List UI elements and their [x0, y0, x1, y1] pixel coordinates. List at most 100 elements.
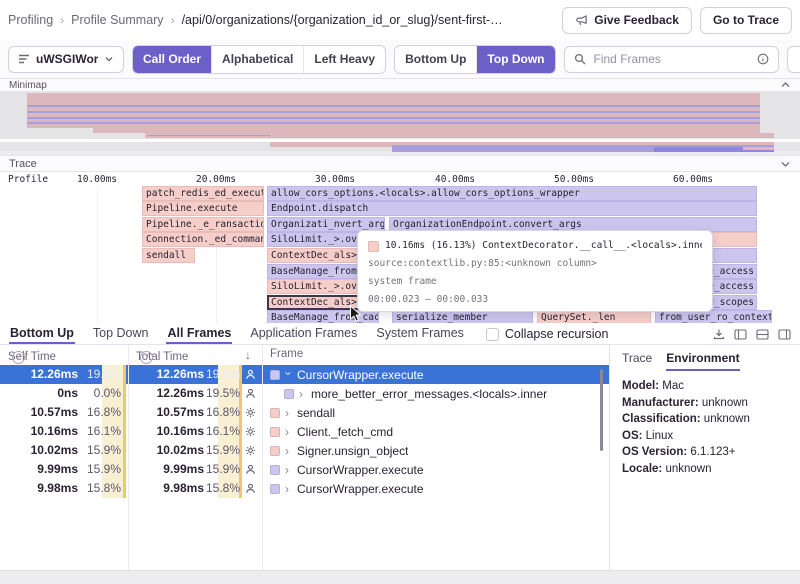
go-to-trace-button[interactable]: Go to Trace: [700, 7, 792, 34]
chevron-right-icon: ›: [171, 13, 175, 27]
total-time-value: 12.26ms: [126, 365, 204, 384]
env-field: Manufacturer: unknown: [622, 395, 788, 412]
tooltip-title: 10.16ms (16.13%) ContextDecorator.__call…: [385, 237, 702, 255]
table-row[interactable]: 10.57ms16.8%10.57ms16.8%›sendall: [0, 403, 609, 422]
details-tab-trace[interactable]: Trace: [622, 351, 652, 371]
tab-all-frames[interactable]: All Frames: [166, 324, 232, 344]
flamegraph-frame[interactable]: SiloLimit._>.over: [267, 279, 361, 294]
flamegraph-frame[interactable]: BaseManage_from_c: [267, 264, 361, 279]
self-time-value: 10.16ms: [0, 422, 78, 441]
flamegraph-canvas[interactable]: 10.16ms (16.13%) ContextDecorator.__call…: [0, 186, 800, 323]
layout-bottom-dock-icon[interactable]: [756, 329, 769, 340]
flamegraph-frame[interactable]: patch_redis_ed_execute: [142, 186, 264, 201]
minimap-block: [27, 117, 760, 119]
sort-mode-left-heavy[interactable]: Left Heavy: [303, 46, 385, 73]
row-expander-icon[interactable]: ›: [285, 426, 292, 438]
table-row[interactable]: 9.99ms15.9%9.99ms15.9%›CursorWrapper.exe…: [0, 460, 609, 479]
breadcrumb-profiling[interactable]: Profiling: [8, 13, 53, 27]
table-row[interactable]: 10.16ms16.1%10.16ms16.1%›Client._fetch_c…: [0, 422, 609, 441]
frame-column-header[interactable]: Frame: [270, 348, 303, 360]
row-expander-icon[interactable]: ›: [285, 483, 292, 495]
frame-name: CursorWrapper.execute: [297, 482, 424, 496]
total-time-percent: 19.5%: [206, 365, 242, 384]
collapse-recursion-checkbox[interactable]: Collapse recursion: [486, 327, 609, 344]
system-frame-icon: [245, 426, 256, 437]
table-row[interactable]: 10.02ms15.9%10.02ms15.9%›Signer.unsign_o…: [0, 441, 609, 460]
layout-left-dock-icon[interactable]: [734, 329, 747, 340]
tooltip-source: source:contextlib.py:85:<unknown column>: [368, 255, 702, 273]
flamegraph-frame[interactable]: Connection._ed_command: [142, 232, 264, 247]
column-divider: [262, 345, 263, 570]
sort-direction-icon[interactable]: ↓: [245, 348, 251, 362]
frame-name: more_better_error_messages.<locals>.inne…: [311, 387, 547, 401]
flamegraph-frame[interactable]: Endpoint.dispatch: [267, 201, 757, 216]
minimap-header: Minimap: [0, 78, 800, 92]
details-panel: TraceEnvironment Model: MacManufacturer:…: [610, 345, 800, 570]
breadcrumb-transaction: /api/0/organizations/{organization_id_or…: [182, 13, 503, 27]
total-time-percent: 15.9%: [206, 441, 242, 460]
flamegraph-frame[interactable]: Pipeline.execute: [142, 201, 264, 216]
frame-color-swatch: [270, 465, 280, 475]
top-bar: Profiling › Profile Summary › /api/0/org…: [0, 0, 800, 40]
tab-bottom-up[interactable]: Bottom Up: [9, 324, 75, 344]
thread-list-icon: [18, 53, 30, 65]
trace-title: Trace: [9, 158, 37, 170]
system-frame-icon: [245, 445, 256, 456]
direction-mode-top-down[interactable]: Top Down: [476, 46, 554, 73]
tab-system-frames[interactable]: System Frames: [375, 324, 465, 344]
total-time-percent: 16.8%: [206, 403, 242, 422]
panel-layout-controls: [713, 328, 791, 344]
thread-selector[interactable]: uWSGIWor…: [8, 46, 124, 73]
row-expander-icon[interactable]: ›: [299, 388, 306, 400]
ruler-tick: 40.00ms: [425, 174, 485, 185]
tooltip-frame-type: system frame: [368, 273, 702, 291]
ruler-profile-label: Profile: [8, 174, 48, 185]
total-time-value: 10.57ms: [126, 403, 204, 422]
table-row[interactable]: 12.26ms19.5%12.26ms19.5%›CursorWrapper.e…: [0, 365, 609, 384]
give-feedback-button[interactable]: Give Feedback: [562, 7, 692, 34]
search-input[interactable]: [592, 51, 751, 67]
application-frame-icon: [245, 369, 256, 380]
help-icon: ?: [140, 351, 153, 364]
flamegraph-frame[interactable]: allow_cors_options.<locals>.allow_cors_o…: [267, 186, 757, 201]
tab-top-down[interactable]: Top Down: [92, 324, 150, 344]
details-tab-environment[interactable]: Environment: [666, 351, 739, 371]
details-panel-tabs: Trace Environment: [610, 345, 800, 371]
direction-mode-bottom-up[interactable]: Bottom Up: [395, 46, 476, 73]
flamegraph-frame[interactable]: ContextDec_als>.i: [267, 248, 361, 263]
self-time-value: 9.98ms: [0, 479, 78, 498]
minimap-canvas[interactable]: [0, 92, 800, 155]
flamegraph-frame[interactable]: sendall: [142, 248, 195, 263]
total-time-percent: 19.5%: [206, 384, 242, 403]
download-icon[interactable]: [713, 328, 725, 340]
frame-filter-tabs: All Frames Application Frames System Frame…: [166, 324, 464, 344]
flamegraph-frame[interactable]: SiloLimit._>.over: [267, 232, 361, 247]
row-expander-icon[interactable]: ›: [285, 407, 292, 419]
total-time-value: 10.16ms: [126, 422, 204, 441]
row-expander-icon[interactable]: ›: [283, 371, 295, 378]
bottom-scrollbar-track[interactable]: [0, 570, 800, 584]
flamegraph-frame[interactable]: [711, 248, 757, 263]
flamegraph-frame[interactable]: ContextDec_als>.i: [267, 295, 361, 310]
reset-zoom-button[interactable]: Reset Zoom: [787, 46, 800, 73]
row-expander-icon[interactable]: ›: [285, 445, 292, 457]
sort-mode-alphabetical[interactable]: Alphabetical: [211, 46, 303, 73]
self-time-percent: 16.8%: [82, 403, 126, 422]
table-row[interactable]: 9.98ms15.8%9.98ms15.8%›CursorWrapper.exe…: [0, 479, 609, 498]
collapse-caret-up-icon[interactable]: [780, 81, 791, 89]
sort-mode-call-order[interactable]: Call Order: [133, 46, 211, 73]
table-row[interactable]: 0ns0.0%12.26ms19.5%›more_better_error_me…: [0, 384, 609, 403]
tab-application-frames[interactable]: Application Frames: [249, 324, 358, 344]
gridline: [97, 186, 98, 323]
collapse-caret-down-icon[interactable]: [780, 160, 791, 168]
breadcrumb-profile-summary[interactable]: Profile Summary: [71, 13, 163, 27]
ruler-tick: 50.00ms: [544, 174, 604, 185]
flamegraph-frame[interactable]: Pipeline._e_ransaction: [142, 217, 264, 232]
layout-right-dock-icon[interactable]: [778, 329, 791, 340]
sorting-segmented-control: Call OrderAlphabeticalLeft Heavy: [132, 45, 386, 74]
table-scrollbar[interactable]: [600, 369, 603, 451]
self-time-percent: 0.0%: [82, 384, 126, 403]
env-field: OS Version: 6.1.123+: [622, 444, 788, 461]
row-expander-icon[interactable]: ›: [285, 464, 292, 476]
flamegraph-frame[interactable]: [709, 232, 757, 247]
